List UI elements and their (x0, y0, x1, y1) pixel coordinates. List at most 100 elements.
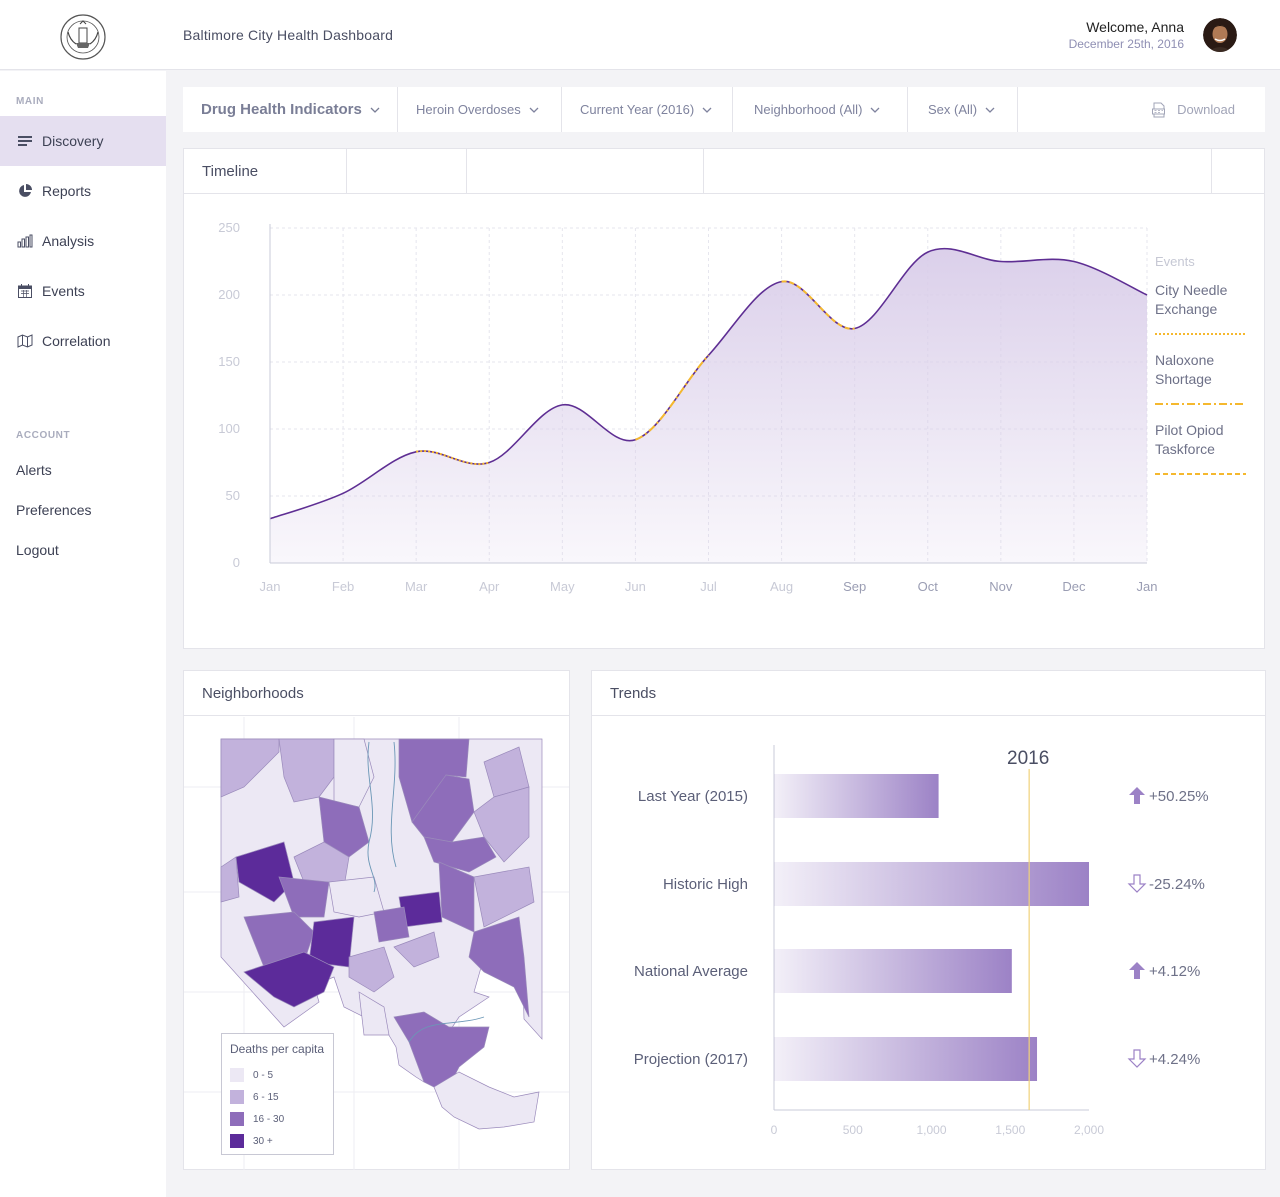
chevron-down-icon (702, 107, 712, 113)
trend-bar (774, 774, 939, 818)
arrow-up-icon (1129, 787, 1145, 804)
y-tick-label: 200 (218, 287, 240, 302)
sidebar-item-analysis[interactable]: Analysis (0, 216, 166, 266)
neighborhoods-header: Neighborhoods (184, 671, 569, 716)
x-tick-label: 500 (843, 1123, 863, 1137)
header-divider (346, 149, 347, 194)
neighborhood-dropdown[interactable]: Neighborhood (All) (733, 87, 908, 132)
legend-label: 30 + (253, 1135, 273, 1147)
y-tick-label: 100 (218, 421, 240, 436)
health-department-seal-icon[interactable] (56, 12, 110, 62)
sidebar-item-label: Correlation (42, 333, 111, 349)
y-tick-label: 0 (233, 555, 240, 570)
y-tick-label: 50 (226, 488, 240, 503)
neighborhood-label: Neighborhood (All) (754, 102, 863, 117)
user-greeting: Welcome, Anna December 25th, 2016 (1069, 19, 1184, 51)
indicator-dropdown[interactable]: Heroin Overdoses (398, 87, 562, 132)
bar-chart-icon (16, 232, 34, 250)
x-tick-label: 0 (771, 1123, 778, 1137)
top-bar: Baltimore City Health Dashboard Welcome,… (0, 0, 1280, 70)
x-tick-label: Jan (1137, 579, 1158, 594)
change-percent: +50.25% (1149, 788, 1209, 805)
trends-chart[interactable]: Last Year (2015) +50.25% Historic High -25.… (592, 717, 1265, 1170)
indicator-label: Heroin Overdoses (416, 102, 521, 117)
x-tick-label: Dec (1062, 579, 1086, 594)
x-tick-label: Oct (918, 579, 939, 594)
sex-label: Sex (All) (928, 102, 978, 117)
indicator-category-label: Drug Health Indicators (201, 101, 362, 118)
alerts-link[interactable]: Alerts (16, 462, 52, 478)
legend-label: 0 - 5 (253, 1069, 274, 1081)
trends-title: Trends (610, 684, 657, 702)
timeline-chart[interactable]: 0 50 100 150 200 250 Jan Feb Mar Apr May Jun Jul Aug S… (184, 195, 1264, 649)
neighborhoods-panel: Neighborhoods Deaths per capita 0 - 5 6 … (183, 670, 570, 1170)
category-label: Historic High (663, 876, 748, 893)
preferences-link[interactable]: Preferences (16, 502, 91, 518)
x-tick-label: Jun (625, 579, 646, 594)
sidebar: MAIN Discovery Reports Analysis Events C… (0, 71, 166, 1197)
download-label: Download (1177, 102, 1235, 117)
event-label: Exchange (1155, 301, 1217, 317)
event-label: Naloxone (1155, 352, 1214, 368)
sidebar-item-correlation[interactable]: Correlation (0, 316, 166, 366)
period-label: Current Year (2016) (580, 102, 695, 117)
event-label: Taskforce (1155, 441, 1215, 457)
event-label: City Needle (1155, 282, 1228, 298)
timeline-title: Timeline (202, 162, 259, 180)
y-tick-label: 150 (218, 354, 240, 369)
header-divider (1211, 149, 1212, 194)
legend-item: 16 - 30 (230, 1108, 333, 1130)
timeline-panel: Timeline 0 50 100 150 200 250 Jan Feb Mar Apr May J… (183, 148, 1265, 649)
arrow-down-icon (1127, 1049, 1147, 1068)
calendar-icon (16, 282, 34, 300)
arrow-up-icon (1129, 962, 1145, 979)
change-percent: +4.24% (1149, 1051, 1200, 1068)
trends-panel: Trends Last Year (2015) +50.25% Historic H… (591, 670, 1266, 1170)
category-label: National Average (634, 963, 748, 980)
change-percent: -25.24% (1149, 876, 1205, 893)
period-dropdown[interactable]: Current Year (2016) (562, 87, 733, 132)
legend-label: 6 - 15 (253, 1091, 279, 1103)
arrow-down-icon (1127, 874, 1147, 893)
x-tick-label: Sep (843, 579, 866, 594)
chevron-down-icon (985, 107, 995, 113)
x-tick-label: 1,000 (916, 1123, 946, 1137)
map-icon (16, 332, 34, 350)
chevron-down-icon (529, 107, 539, 113)
trend-bar (774, 862, 1089, 906)
x-tick-label: Aug (770, 579, 793, 594)
current-date: December 25th, 2016 (1068, 37, 1184, 51)
sex-dropdown[interactable]: Sex (All) (908, 87, 1018, 132)
x-tick-label: 2,000 (1074, 1123, 1104, 1137)
download-button[interactable]: Download (1151, 87, 1235, 132)
logout-link[interactable]: Logout (16, 542, 59, 558)
x-tick-label: May (550, 579, 575, 594)
welcome-text: Welcome, Anna (1086, 19, 1184, 35)
list-icon (16, 132, 34, 150)
legend-swatch (230, 1112, 244, 1126)
main-section-heading: MAIN (16, 96, 44, 107)
sidebar-item-discovery[interactable]: Discovery (0, 116, 166, 166)
x-tick-label: Nov (989, 579, 1013, 594)
reference-label: 2016 (1007, 748, 1049, 769)
neighborhoods-title: Neighborhoods (202, 684, 304, 702)
app-title: Baltimore City Health Dashboard (183, 27, 394, 43)
x-tick-label: Jul (700, 579, 717, 594)
sidebar-item-events[interactable]: Events (0, 266, 166, 316)
trend-bar (774, 1037, 1038, 1081)
header-divider (703, 149, 704, 194)
chevron-down-icon (870, 107, 880, 113)
legend-swatch (230, 1068, 244, 1082)
x-tick-label: Feb (332, 579, 354, 594)
event-label: Shortage (1155, 371, 1212, 387)
legend-label: 16 - 30 (253, 1113, 285, 1125)
indicator-category-dropdown[interactable]: Drug Health Indicators (183, 87, 398, 132)
y-tick-label: 250 (218, 220, 240, 235)
sidebar-item-reports[interactable]: Reports (0, 166, 166, 216)
sidebar-item-label: Events (42, 283, 85, 299)
trends-header: Trends (592, 671, 1265, 716)
category-label: Projection (2017) (634, 1051, 748, 1068)
chevron-down-icon (370, 107, 380, 113)
legend-swatch (230, 1090, 244, 1104)
avatar[interactable] (1203, 18, 1237, 52)
